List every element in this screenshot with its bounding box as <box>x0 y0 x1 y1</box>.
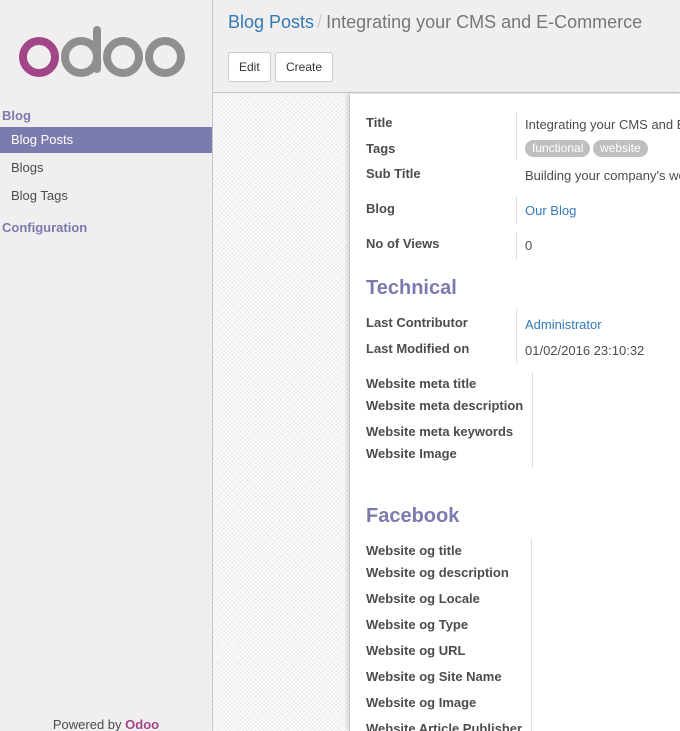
field-divider <box>532 372 533 468</box>
create-button[interactable]: Create <box>275 52 334 82</box>
og-title-label: Website og title <box>366 543 462 558</box>
website-image-label: Website Image <box>366 446 457 461</box>
tag-functional[interactable]: functional <box>525 140 591 157</box>
views-value: 0 <box>525 238 533 253</box>
field-divider <box>516 309 517 363</box>
field-divider <box>531 539 532 731</box>
title-value: Integrating your CMS and E-Commerce <box>525 117 680 132</box>
sidebar: Blog Blog Posts Blogs Blog Tags Configur… <box>0 0 213 731</box>
views-label: No of Views <box>366 236 440 251</box>
facebook-section-title: Facebook <box>366 505 460 527</box>
og-site-name-label: Website og Site Name <box>366 669 502 684</box>
article-publisher-label: Website Article Publisher <box>366 721 523 731</box>
og-description-label: Website og description <box>366 565 509 580</box>
meta-keywords-label: Website meta keywords <box>366 424 514 439</box>
odoo-logo[interactable] <box>19 22 189 82</box>
meta-description-label: Website meta description <box>366 398 524 413</box>
field-divider <box>516 232 517 260</box>
menu-section-configuration[interactable]: Configuration <box>2 220 87 235</box>
meta-title-label: Website meta title <box>366 376 477 391</box>
sidebar-item-blog-tags[interactable]: Blog Tags <box>0 183 212 209</box>
breadcrumb-separator: / <box>317 12 323 32</box>
title-label: Title <box>366 115 393 130</box>
last-modified-label: Last Modified on <box>366 341 470 356</box>
menu-section-blog: Blog <box>2 108 31 123</box>
og-url-label: Website og URL <box>366 643 466 658</box>
breadcrumb: Blog Posts / Integrating your CMS and E-Co… <box>228 12 642 33</box>
blog-label: Blog <box>366 201 395 216</box>
og-image-label: Website og Image <box>366 695 477 710</box>
field-divider <box>516 112 517 159</box>
last-contributor-link[interactable]: Administrator <box>525 317 602 332</box>
og-type-label: Website og Type <box>366 617 469 632</box>
tag-website[interactable]: website <box>593 140 648 157</box>
powered-by-brand-link[interactable]: Odoo <box>125 717 159 731</box>
blog-link[interactable]: Our Blog <box>525 203 576 218</box>
technical-section-title: Technical <box>366 277 457 299</box>
edit-button[interactable]: Edit <box>228 52 271 82</box>
control-panel: Blog Posts / Integrating your CMS and E-Co… <box>213 0 680 93</box>
sidebar-item-blogs[interactable]: Blogs <box>0 155 212 181</box>
field-divider <box>516 196 517 224</box>
subtitle-label: Sub Title <box>366 166 421 181</box>
breadcrumb-current: Integrating your CMS and E-Commerce <box>326 12 643 32</box>
sidebar-item-blog-posts[interactable]: Blog Posts <box>0 127 212 153</box>
form-sheet: Title Integrating your CMS and E-Commerc… <box>349 94 680 731</box>
breadcrumb-parent-link[interactable]: Blog Posts <box>228 12 314 32</box>
last-contributor-label: Last Contributor <box>366 315 468 330</box>
subtitle-value: Building your company's website <box>525 168 680 183</box>
powered-by-prefix: Powered by <box>52 717 122 731</box>
tags-label: Tags <box>366 141 396 156</box>
last-modified-value: 01/02/2016 23:10:32 <box>525 343 645 358</box>
powered-by: Powered by Odoo <box>0 717 212 731</box>
og-locale-label: Website og Locale <box>366 591 480 606</box>
